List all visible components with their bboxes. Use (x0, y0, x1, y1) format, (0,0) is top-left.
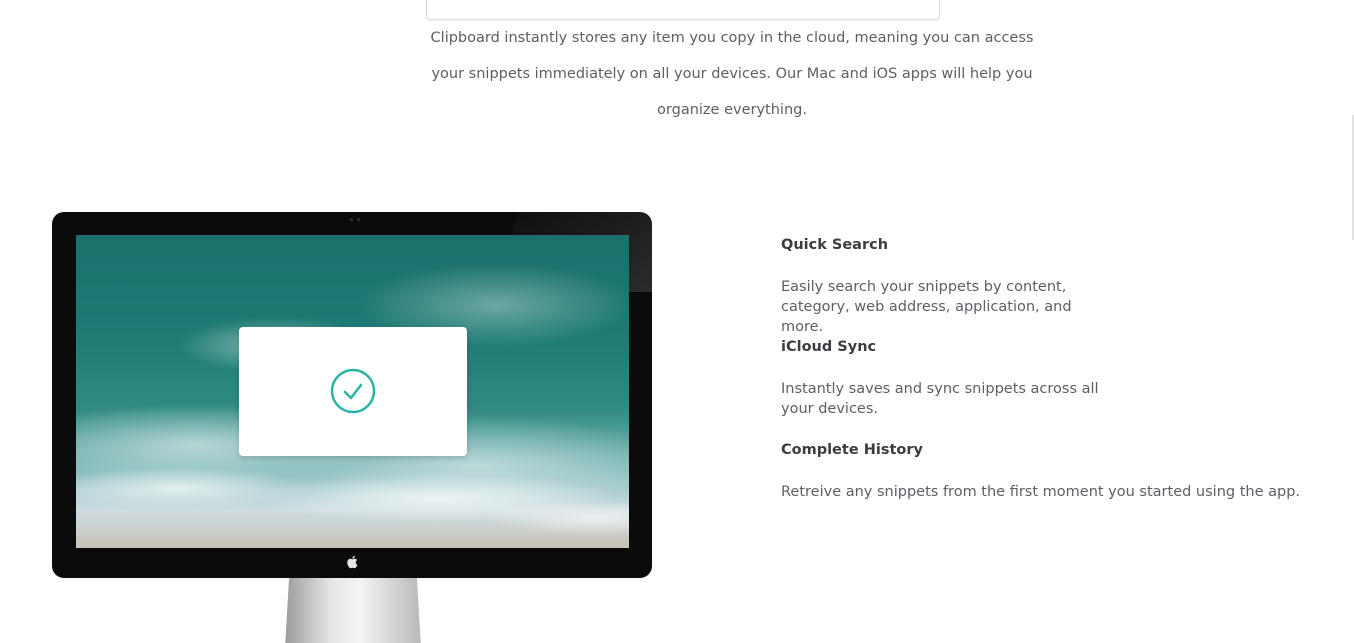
monitor-stand (285, 578, 421, 643)
intro-line-1: Clipboard instantly stores any item you … (430, 30, 1034, 46)
top-card (426, 0, 940, 20)
monitor-illustration (52, 212, 652, 578)
monitor-screen (76, 235, 629, 548)
feature-quick-search: Quick Search Easily search your snippets… (781, 236, 1111, 337)
feature-desc-line: category, web address, application, and … (781, 299, 1072, 335)
feature-complete-history: Complete History Retreive any snippets f… (781, 441, 1300, 502)
intro-line-2: your snippets immediately on all your de… (431, 66, 1033, 82)
camera-dot (357, 218, 360, 221)
apple-logo-icon (347, 555, 358, 569)
feature-desc-line: Instantly saves and sync snippets across… (781, 381, 1099, 397)
page: Clipboard instantly stores any item you … (0, 0, 1354, 643)
intro-paragraph: Clipboard instantly stores any item you … (380, 20, 1084, 128)
feature-desc-line: Easily search your snippets by content, (781, 279, 1067, 295)
feature-title: Complete History (781, 442, 923, 458)
feature-title: Quick Search (781, 237, 889, 253)
success-dialog (239, 327, 467, 456)
camera-dot (350, 218, 353, 221)
feature-description: Retreive any snippets from the first mom… (781, 482, 1300, 502)
feature-desc-line: your devices. (781, 401, 879, 417)
feature-desc-line: Retreive any snippets from the first mom… (781, 484, 1301, 500)
check-circle-icon (330, 368, 376, 414)
feature-icloud-sync: iCloud Sync Instantly saves and sync sni… (781, 338, 1111, 419)
feature-title: iCloud Sync (781, 339, 877, 355)
feature-description: Instantly saves and sync snippets across… (781, 379, 1111, 419)
wave-foam (76, 448, 629, 548)
feature-description: Easily search your snippets by content, … (781, 277, 1111, 337)
intro-line-3: organize everything. (657, 102, 807, 118)
